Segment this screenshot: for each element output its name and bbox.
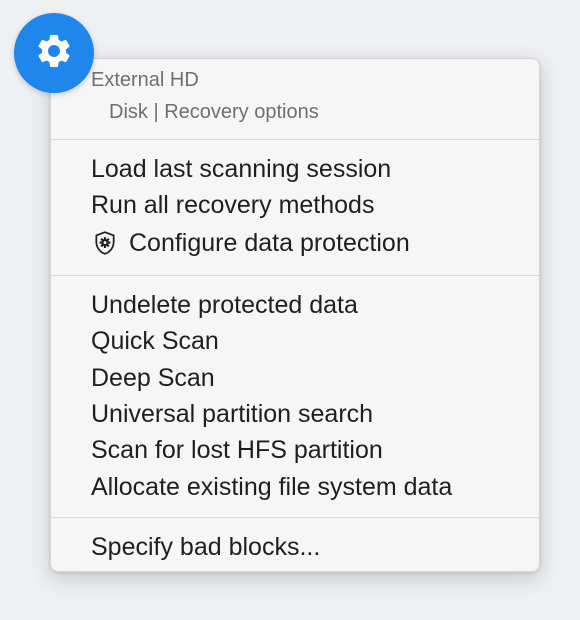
menu-item-label: Specify bad blocks... <box>91 532 321 561</box>
menu-item-label: Configure data protection <box>129 228 410 257</box>
menu-item-load-last-scanning-session[interactable]: Load last scanning session <box>51 151 539 187</box>
menu-item-scan-for-lost-hfs-partition[interactable]: Scan for lost HFS partition <box>51 432 539 468</box>
menu-item-deep-scan[interactable]: Deep Scan <box>51 360 539 396</box>
gear-icon <box>34 31 74 76</box>
menu-separator <box>51 275 539 276</box>
recovery-options-menu: External HD Disk | Recovery options Load… <box>50 58 540 572</box>
menu-item-configure-data-protection[interactable]: Configure data protection <box>51 225 539 261</box>
menu-header: External HD Disk | Recovery options <box>51 59 539 139</box>
menu-item-label: Run all recovery methods <box>91 190 375 219</box>
menu-item-allocate-existing-file-system-data[interactable]: Allocate existing file system data <box>51 469 539 505</box>
menu-item-specify-bad-blocks[interactable]: Specify bad blocks... <box>51 529 539 565</box>
menu-item-label: Load last scanning session <box>91 154 392 183</box>
menu-item-label: Scan for lost HFS partition <box>91 435 383 464</box>
menu-item-universal-partition-search[interactable]: Universal partition search <box>51 396 539 432</box>
menu-item-label: Quick Scan <box>91 326 219 355</box>
menu-item-label: Universal partition search <box>91 399 374 428</box>
menu-item-label: Undelete protected data <box>91 290 358 319</box>
menu-title: External HD <box>91 69 199 91</box>
menu-item-label: Allocate existing file system data <box>91 472 453 501</box>
menu-item-label: Deep Scan <box>91 363 215 392</box>
menu-item-quick-scan[interactable]: Quick Scan <box>51 323 539 359</box>
menu-separator <box>51 139 539 140</box>
shield-gear-icon <box>91 229 119 257</box>
menu-item-undelete-protected-data[interactable]: Undelete protected data <box>51 287 539 323</box>
menu-subtitle: Disk | Recovery options <box>109 101 319 123</box>
menu-separator <box>51 517 539 518</box>
settings-gear-button[interactable] <box>14 13 94 93</box>
menu-item-run-all-recovery-methods[interactable]: Run all recovery methods <box>51 187 539 223</box>
